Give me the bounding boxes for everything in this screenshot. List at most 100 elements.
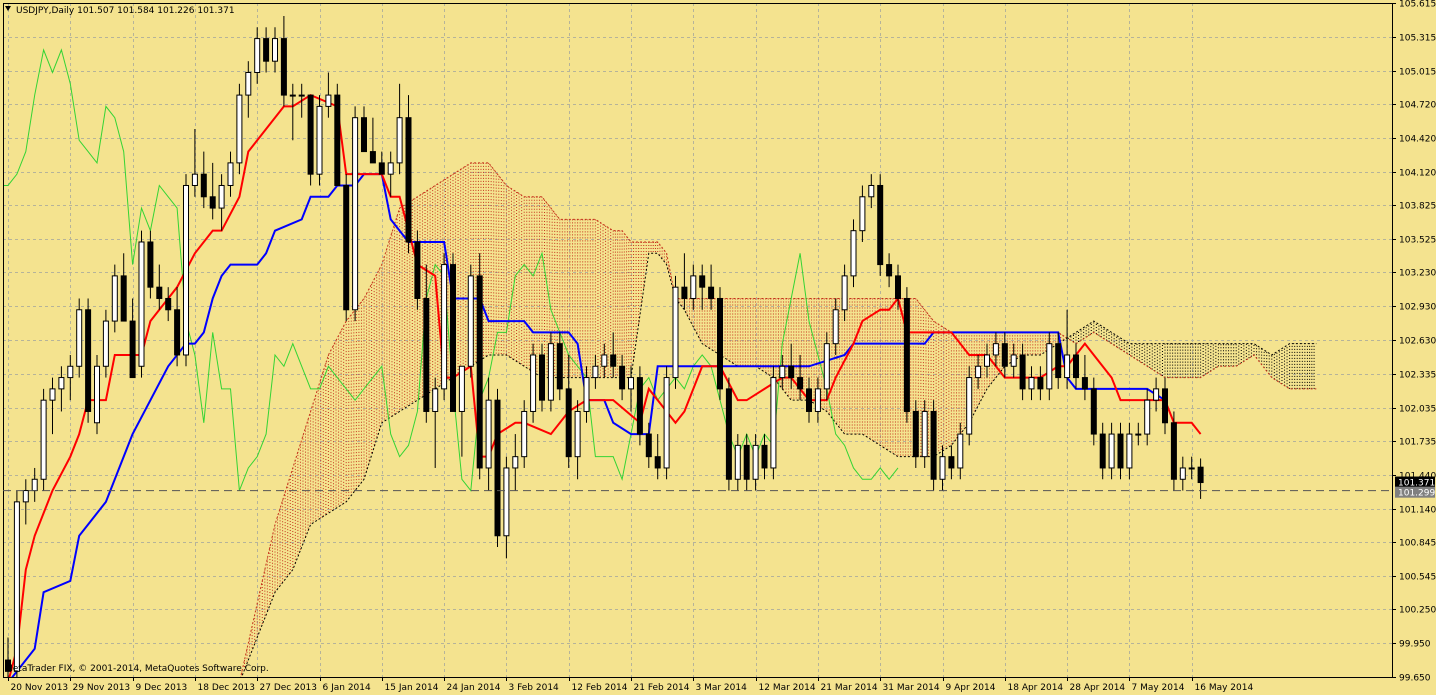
candle-body bbox=[841, 275, 848, 311]
candle bbox=[289, 83, 296, 141]
candle bbox=[1001, 332, 1008, 378]
kumo-cloud bbox=[240, 162, 1317, 677]
candle-body bbox=[1090, 388, 1097, 435]
copyright-text: MetaTrader FIX, © 2001-2014, MetaQuotes … bbox=[5, 664, 269, 674]
candle-body bbox=[503, 467, 510, 537]
chart-menu-arrow-icon[interactable] bbox=[5, 6, 11, 11]
candle-body bbox=[770, 377, 777, 469]
candle-body bbox=[1197, 466, 1204, 484]
candle bbox=[272, 27, 278, 73]
candle-body bbox=[289, 94, 296, 97]
candle bbox=[574, 400, 581, 480]
candle bbox=[325, 72, 332, 118]
candle-body bbox=[859, 196, 866, 232]
x-tick-label: 6 Jan 2014 bbox=[323, 683, 371, 693]
x-tick-label: 9 Dec 2013 bbox=[136, 683, 188, 693]
candle-body bbox=[245, 71, 252, 96]
candle-body bbox=[512, 456, 519, 469]
candle-body bbox=[895, 275, 901, 299]
chart-canvas[interactable]: 105.615 105.315 105.015 104.720 104.420 104.1… bbox=[0, 0, 1436, 695]
candle-body bbox=[272, 38, 278, 62]
x-tick-label: 16 May 2014 bbox=[1195, 683, 1254, 693]
candle-body bbox=[1028, 377, 1035, 390]
candle bbox=[40, 388, 47, 491]
y-tick-label: 100.250 bbox=[1399, 606, 1436, 616]
candle-body bbox=[183, 184, 189, 356]
candle-body bbox=[120, 275, 127, 322]
candle-body bbox=[458, 365, 465, 412]
candle-body bbox=[76, 309, 83, 367]
candle-body bbox=[1064, 354, 1071, 379]
candle bbox=[476, 253, 483, 480]
candle-body bbox=[984, 354, 990, 367]
candle bbox=[636, 366, 643, 446]
candle bbox=[183, 174, 189, 367]
candle bbox=[788, 343, 795, 389]
candle bbox=[1144, 388, 1151, 446]
candle-body bbox=[734, 444, 741, 480]
candle-body bbox=[387, 162, 394, 175]
candle-body bbox=[1108, 433, 1115, 469]
y-tick-label: 99.950 bbox=[1399, 640, 1431, 650]
candle-body bbox=[743, 444, 750, 480]
candle bbox=[405, 95, 412, 254]
y-tick-label: 102.930 bbox=[1399, 303, 1436, 313]
candle-body bbox=[494, 399, 501, 537]
candle bbox=[67, 354, 74, 401]
senkou-span-b bbox=[241, 252, 1317, 677]
candle bbox=[761, 434, 768, 480]
candle bbox=[441, 253, 448, 401]
candle-body bbox=[556, 343, 563, 390]
candle-body bbox=[22, 490, 29, 503]
candle-body bbox=[218, 184, 225, 209]
candle bbox=[939, 445, 946, 491]
chart-title: USDJPY,Daily 101.507 101.584 101.226 101… bbox=[16, 6, 235, 16]
candle-body bbox=[690, 275, 697, 299]
y-tick-label: 103.825 bbox=[1399, 202, 1436, 212]
y-tick-label: 100.845 bbox=[1399, 539, 1436, 549]
candle bbox=[467, 264, 474, 378]
candle-body bbox=[316, 105, 323, 175]
candle bbox=[984, 343, 990, 378]
candle-body bbox=[779, 365, 786, 379]
candle-body bbox=[1010, 354, 1017, 367]
candle bbox=[966, 366, 973, 446]
candle bbox=[743, 434, 750, 491]
candle bbox=[458, 365, 465, 457]
candle bbox=[521, 400, 528, 468]
candle-body bbox=[138, 241, 145, 367]
candle bbox=[227, 151, 234, 197]
candle-body bbox=[1126, 433, 1133, 469]
candle-body bbox=[1144, 399, 1151, 435]
candle bbox=[174, 287, 181, 367]
candle bbox=[191, 128, 198, 197]
candle bbox=[1108, 422, 1115, 480]
candle-body bbox=[58, 377, 65, 390]
candle bbox=[156, 264, 163, 310]
candle bbox=[708, 264, 715, 310]
candle bbox=[85, 298, 92, 423]
x-tick-label: 7 May 2014 bbox=[1132, 683, 1185, 693]
candle-body bbox=[343, 184, 350, 311]
candle-body bbox=[236, 94, 243, 164]
candle-body bbox=[636, 377, 643, 435]
candle-body bbox=[654, 456, 661, 469]
candle bbox=[948, 445, 955, 480]
candle-body bbox=[645, 433, 652, 458]
candle bbox=[645, 422, 652, 468]
candle-body bbox=[67, 365, 74, 379]
candle bbox=[209, 162, 216, 220]
candle-body bbox=[432, 388, 439, 412]
candle-body bbox=[467, 275, 474, 367]
candle-body bbox=[85, 309, 92, 412]
candle bbox=[165, 287, 172, 322]
candle bbox=[414, 230, 421, 310]
candle-body bbox=[628, 377, 634, 390]
ichimoku-chart[interactable]: 105.615 105.315 105.015 104.720 104.420 104.1… bbox=[0, 0, 1436, 695]
candle-body bbox=[49, 388, 56, 401]
candle bbox=[690, 264, 697, 310]
candle-body bbox=[1188, 467, 1195, 470]
candle bbox=[734, 434, 741, 491]
y-tick-label: 99.650 bbox=[1399, 674, 1431, 684]
candle bbox=[485, 377, 492, 491]
